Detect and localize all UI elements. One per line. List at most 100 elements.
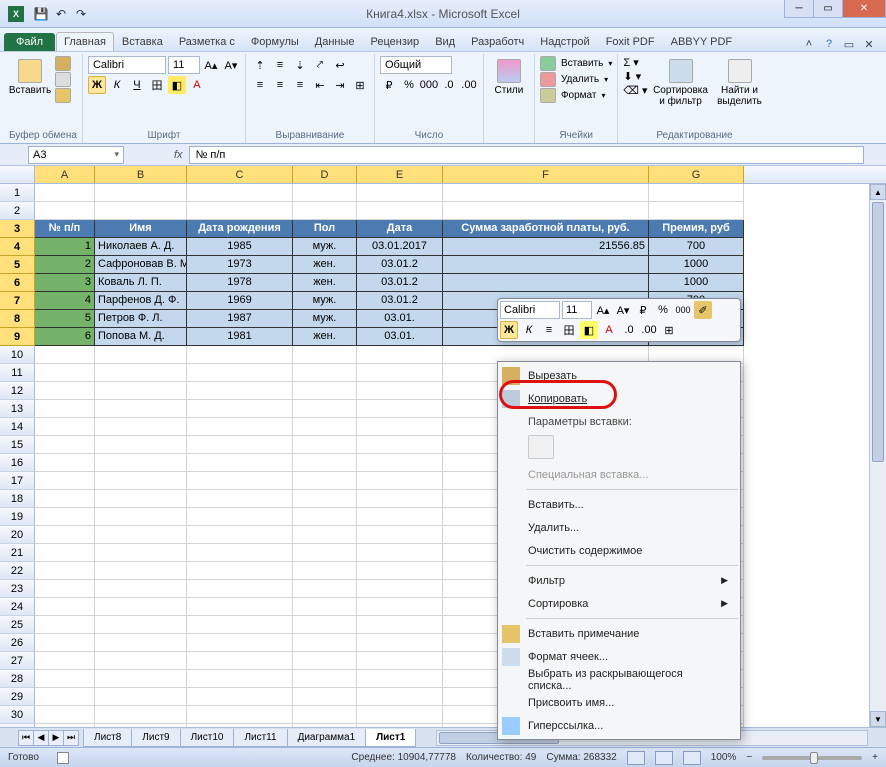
row-header[interactable]: 14	[0, 418, 35, 436]
cell[interactable]: 21556.85	[443, 238, 649, 256]
formula-bar[interactable]: № п/п	[189, 146, 864, 164]
cell[interactable]	[35, 598, 95, 616]
clear-icon[interactable]: ⌫ ▾	[623, 84, 647, 97]
cell[interactable]: Дата	[357, 220, 443, 238]
align-center-icon[interactable]: ≡	[271, 76, 289, 94]
ctx-insert-comment[interactable]: Вставить примечание	[498, 622, 740, 645]
cell[interactable]: 1985	[187, 238, 293, 256]
row-header[interactable]: 5	[0, 256, 35, 274]
vertical-scrollbar[interactable]: ▲ ▼	[869, 184, 886, 727]
cell[interactable]	[95, 634, 187, 652]
pagebreak-view-icon[interactable]	[683, 751, 701, 765]
cell[interactable]	[35, 688, 95, 706]
cell[interactable]	[35, 382, 95, 400]
cell[interactable]	[187, 598, 293, 616]
sheet-tab[interactable]: Лист1	[365, 729, 416, 747]
cell[interactable]	[187, 490, 293, 508]
cell[interactable]	[187, 184, 293, 202]
cell[interactable]	[293, 526, 357, 544]
cell[interactable]	[357, 436, 443, 454]
cell[interactable]	[443, 184, 649, 202]
mini-border-icon[interactable]: 田	[560, 321, 578, 339]
mini-comma-icon[interactable]: 000	[674, 301, 692, 319]
cell[interactable]	[95, 544, 187, 562]
cell[interactable]	[95, 184, 187, 202]
name-box[interactable]: A3▾	[28, 146, 124, 164]
cell[interactable]: Дата рождения	[187, 220, 293, 238]
column-header[interactable]: C	[187, 166, 293, 183]
layout-view-icon[interactable]	[655, 751, 673, 765]
cell[interactable]	[95, 490, 187, 508]
cell[interactable]	[293, 508, 357, 526]
indent-inc-icon[interactable]: ⇥	[331, 76, 349, 94]
cell[interactable]	[293, 634, 357, 652]
row-header[interactable]: 6	[0, 274, 35, 292]
select-all-corner[interactable]	[0, 166, 35, 183]
close-button[interactable]: ✕	[842, 0, 886, 18]
paste-button[interactable]: Вставить	[9, 56, 51, 99]
sheet-tab[interactable]: Лист10	[180, 729, 235, 747]
cell[interactable]	[293, 184, 357, 202]
cell[interactable]: 3	[35, 274, 95, 292]
fill-icon[interactable]: ⬇ ▾	[623, 70, 641, 83]
mini-dec-decimal-icon[interactable]: .00	[640, 321, 658, 339]
cell[interactable]	[357, 346, 443, 364]
cell[interactable]	[187, 562, 293, 580]
file-tab[interactable]: Файл	[4, 33, 55, 51]
row-header[interactable]: 19	[0, 508, 35, 526]
mini-size-combo[interactable]: 11	[562, 301, 592, 319]
fill-color-button[interactable]: ◧	[168, 76, 186, 94]
row-header[interactable]: 27	[0, 652, 35, 670]
ctx-define-name[interactable]: Присвоить имя...	[498, 691, 740, 714]
cell[interactable]: Имя	[95, 220, 187, 238]
cell[interactable]: 1000	[649, 274, 744, 292]
cell[interactable]: муж.	[293, 238, 357, 256]
column-header[interactable]: A	[35, 166, 95, 183]
ctx-copy[interactable]: Копировать	[498, 387, 740, 410]
ribbon-tab-3[interactable]: Формулы	[243, 32, 307, 51]
cell[interactable]: Пол	[293, 220, 357, 238]
paste-option-icon[interactable]	[528, 435, 554, 459]
cell[interactable]	[357, 562, 443, 580]
cell[interactable]	[95, 472, 187, 490]
row-header[interactable]: 22	[0, 562, 35, 580]
cell[interactable]	[357, 418, 443, 436]
ribbon-tab-4[interactable]: Данные	[307, 32, 363, 51]
mini-shrink-font-icon[interactable]: A▾	[614, 301, 632, 319]
wrap-text-icon[interactable]: ↩	[331, 56, 349, 74]
cell[interactable]	[187, 634, 293, 652]
cell[interactable]	[293, 454, 357, 472]
minimize-button[interactable]: ─	[784, 0, 814, 18]
autosum-icon[interactable]: Σ ▾	[623, 56, 638, 69]
cell[interactable]: Сумма заработной платы, руб.	[443, 220, 649, 238]
cell[interactable]: муж.	[293, 310, 357, 328]
row-header[interactable]: 24	[0, 598, 35, 616]
cell[interactable]	[35, 436, 95, 454]
row-header[interactable]: 20	[0, 526, 35, 544]
cell[interactable]	[357, 184, 443, 202]
align-middle-icon[interactable]: ≡	[271, 56, 289, 74]
ctx-clear[interactable]: Очистить содержимое	[498, 539, 740, 562]
cell[interactable]	[293, 670, 357, 688]
ctx-sort[interactable]: Сортировка▶	[498, 592, 740, 615]
row-header[interactable]: 3	[0, 220, 35, 238]
column-header[interactable]: F	[443, 166, 649, 183]
cell[interactable]	[293, 202, 357, 220]
cell[interactable]	[649, 184, 744, 202]
column-header[interactable]: G	[649, 166, 744, 183]
cell[interactable]: 03.01.2	[357, 274, 443, 292]
cell[interactable]	[293, 580, 357, 598]
cell[interactable]	[293, 706, 357, 724]
ctx-delete[interactable]: Удалить...	[498, 516, 740, 539]
align-right-icon[interactable]: ≡	[291, 76, 309, 94]
ctx-hyperlink[interactable]: Гиперссылка...	[498, 714, 740, 737]
save-icon[interactable]: 💾	[32, 5, 50, 23]
ctx-pick-from-dropdown[interactable]: Выбрать из раскрывающегося списка...	[498, 668, 740, 691]
sheet-tab[interactable]: Диаграмма1	[287, 729, 367, 747]
row-header[interactable]: 11	[0, 364, 35, 382]
cell[interactable]: 1	[35, 238, 95, 256]
delete-cells-icon[interactable]	[540, 72, 556, 87]
row-header[interactable]: 4	[0, 238, 35, 256]
cell[interactable]: 700	[649, 238, 744, 256]
cell[interactable]	[293, 544, 357, 562]
